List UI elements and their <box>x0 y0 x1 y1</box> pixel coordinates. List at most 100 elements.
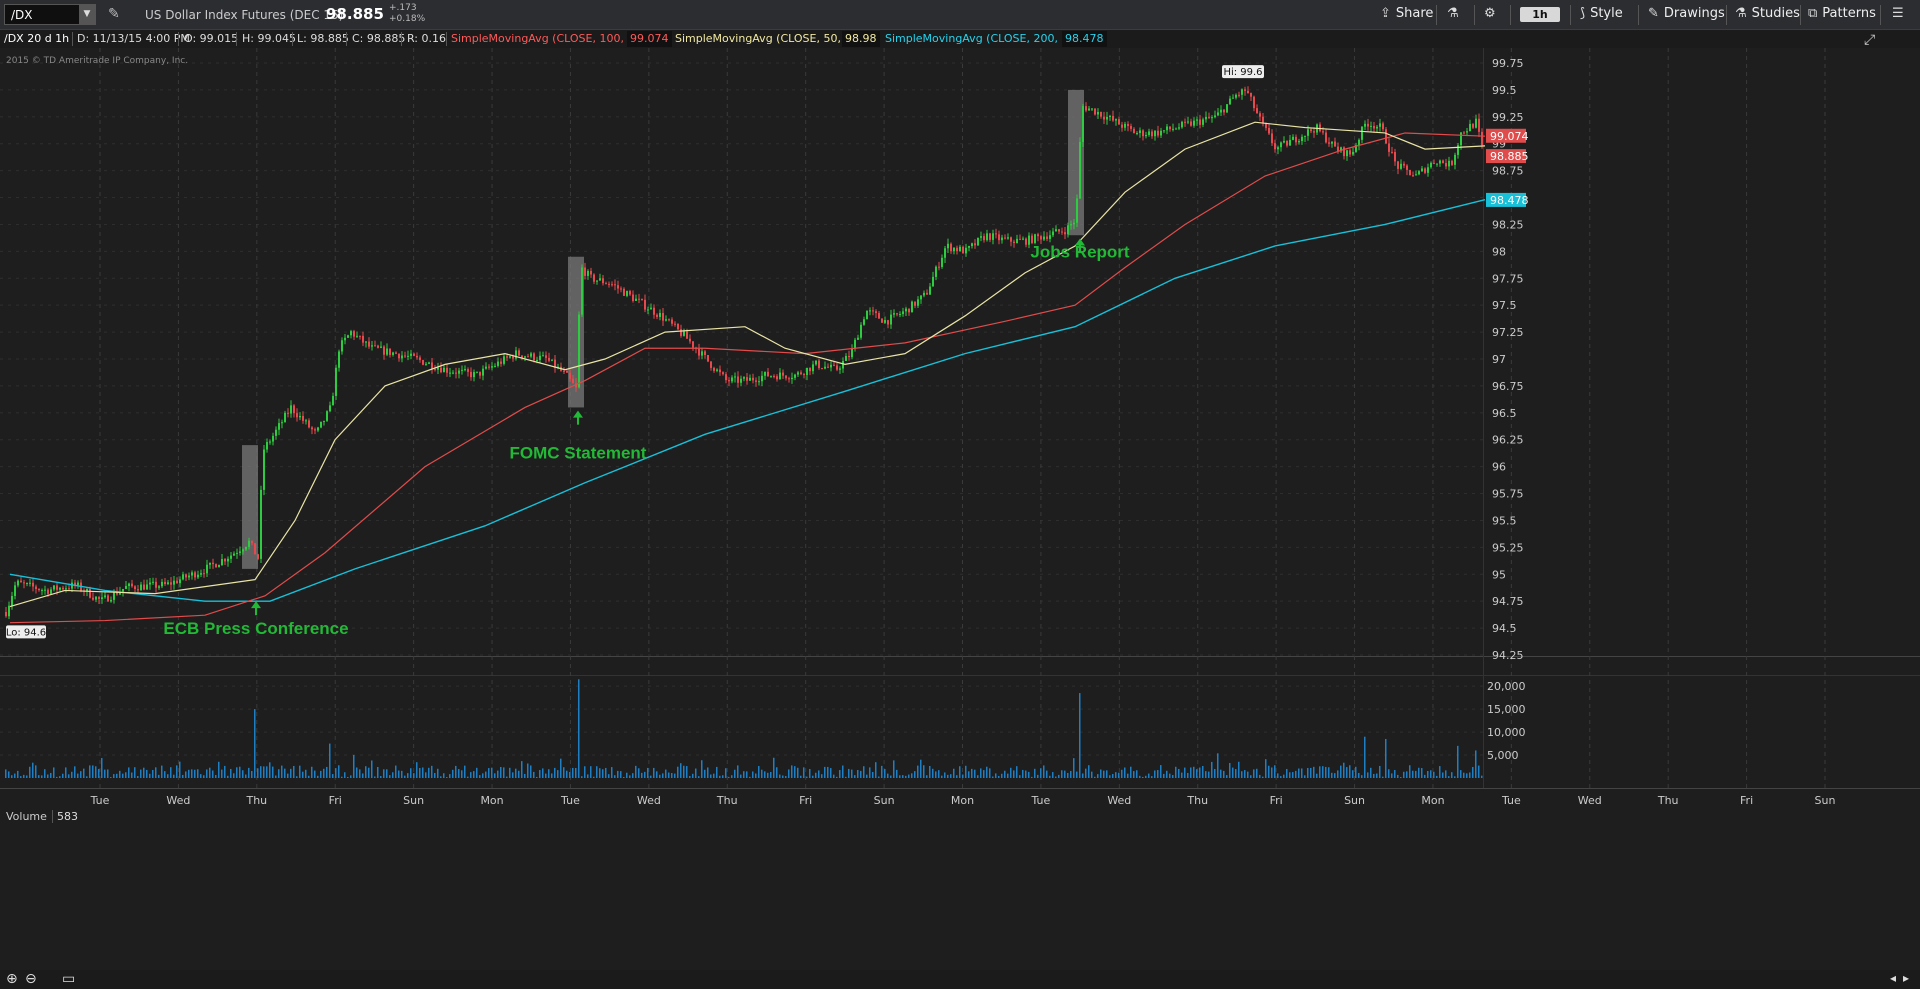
candle-body <box>89 588 91 598</box>
candle-body <box>803 374 805 376</box>
volume-bar <box>824 766 826 778</box>
volume-bar <box>923 765 925 778</box>
candle-body <box>1274 143 1276 150</box>
candle-body <box>1358 139 1360 146</box>
candle-body <box>1457 145 1459 155</box>
volume-bar <box>1121 769 1123 778</box>
volume-bar <box>455 765 457 778</box>
volume-bar <box>422 767 424 778</box>
sma50-label[interactable]: SimpleMovingAvg (CLOSE, 50, 0) <box>675 32 856 45</box>
volume-bar <box>1406 771 1408 778</box>
volume-bar <box>71 771 73 778</box>
candle-body <box>149 582 151 585</box>
volume-bar <box>926 775 928 778</box>
candle-body <box>200 573 202 575</box>
flask-button[interactable]: ⚗ <box>1447 6 1464 21</box>
volume-bar <box>437 768 439 778</box>
candle-body <box>1436 163 1438 165</box>
pen-icon: ✎ <box>1648 6 1659 21</box>
volume-bar <box>521 761 523 778</box>
volume-bar <box>476 767 478 778</box>
candle-body <box>431 362 433 370</box>
share-button[interactable]: ⇪ Share <box>1380 6 1433 21</box>
price-tick-label: 97.75 <box>1492 272 1524 285</box>
candle-body <box>368 341 370 347</box>
volume-bar <box>875 762 877 778</box>
candle-body <box>1178 127 1180 129</box>
scroll-right-icon[interactable]: ▸ <box>1903 971 1909 985</box>
candle-body <box>1043 236 1045 240</box>
volume-bar <box>956 775 958 778</box>
volume-bar <box>1310 767 1312 778</box>
volume-bar <box>1061 770 1063 778</box>
studies-button[interactable]: ⚗ Studies <box>1735 6 1800 21</box>
candle-body <box>1235 94 1237 98</box>
volume-bar <box>449 774 451 778</box>
volume-tick-label: 5,000 <box>1487 749 1519 762</box>
volume-bar <box>650 775 652 778</box>
volume-bar <box>746 771 748 778</box>
volume-bar <box>260 766 262 778</box>
time-tick-label: Tue <box>560 794 580 807</box>
candle-body <box>467 369 469 372</box>
sma100-label[interactable]: SimpleMovingAvg (CLOSE, 100, 0) <box>451 32 639 45</box>
volume-bar <box>941 775 943 778</box>
menu-button[interactable]: ☰ <box>1892 6 1909 21</box>
candle-body <box>299 415 301 418</box>
settings-button[interactable]: ⚙ <box>1484 6 1501 21</box>
candle-body <box>806 367 808 376</box>
volume-bar <box>1244 770 1246 778</box>
scroll-left-icon[interactable]: ◂ <box>1890 971 1896 985</box>
volume-bar <box>791 765 793 778</box>
symbol-selector[interactable]: /DX ▼ <box>4 4 96 25</box>
candle-body <box>509 356 511 358</box>
patterns-label: Patterns <box>1822 6 1876 21</box>
candle-body <box>1463 132 1465 134</box>
time-tick-label: Tue <box>1031 794 1051 807</box>
volume-bar <box>110 777 112 778</box>
volume-bar <box>53 767 55 778</box>
volume-bar <box>974 769 976 778</box>
volume-bar <box>1355 766 1357 778</box>
candle-body <box>548 357 550 361</box>
candle-body <box>551 359 553 361</box>
volume-bar <box>893 760 895 778</box>
zoom-out-icon[interactable]: ⊖ <box>25 971 37 987</box>
price-tick-label: 95.25 <box>1492 541 1524 554</box>
candle-body <box>38 589 40 591</box>
candle-body <box>122 588 124 592</box>
candle-body <box>533 353 535 361</box>
price-tick-label: 98.75 <box>1492 165 1524 178</box>
timeframe-button[interactable]: 1h <box>1520 7 1560 22</box>
zoom-in-icon[interactable]: ⊕ <box>6 971 18 987</box>
fit-screen-icon[interactable]: ▭ <box>62 971 75 987</box>
candle-body <box>425 363 427 365</box>
volume-bar <box>1031 776 1033 778</box>
divider <box>1474 5 1475 25</box>
time-tick-label: Wed <box>166 794 190 807</box>
candle-body <box>530 353 532 357</box>
volume-bar <box>1226 775 1228 778</box>
sma200-label[interactable]: SimpleMovingAvg (CLOSE, 200, 0) <box>885 32 1073 45</box>
candle-body <box>926 292 928 295</box>
style-button[interactable]: ⟆ Style <box>1580 6 1623 21</box>
drawings-button[interactable]: ✎ Drawings <box>1648 6 1725 21</box>
pencil-icon[interactable]: ✎ <box>108 6 120 22</box>
candle-body <box>905 308 907 312</box>
candle-body <box>932 276 934 287</box>
volume-bar <box>944 772 946 778</box>
candle-body <box>734 376 736 378</box>
price-chart[interactable]: ECB Press ConferenceFOMC StatementJobs R… <box>0 48 1920 970</box>
volume-bar <box>539 770 541 778</box>
volume-bar <box>1391 773 1393 778</box>
candle-body <box>1088 108 1090 111</box>
divider <box>1570 5 1571 25</box>
candle-body <box>434 369 436 371</box>
patterns-button[interactable]: ⧉ Patterns <box>1808 6 1876 21</box>
chevron-down-icon[interactable]: ▼ <box>79 5 95 24</box>
volume-bar <box>1124 767 1126 778</box>
expand-icon[interactable]: ⤢ <box>1864 32 1875 48</box>
candle-body <box>419 357 421 361</box>
volume-bar <box>1076 771 1078 778</box>
candle-body <box>98 596 100 600</box>
